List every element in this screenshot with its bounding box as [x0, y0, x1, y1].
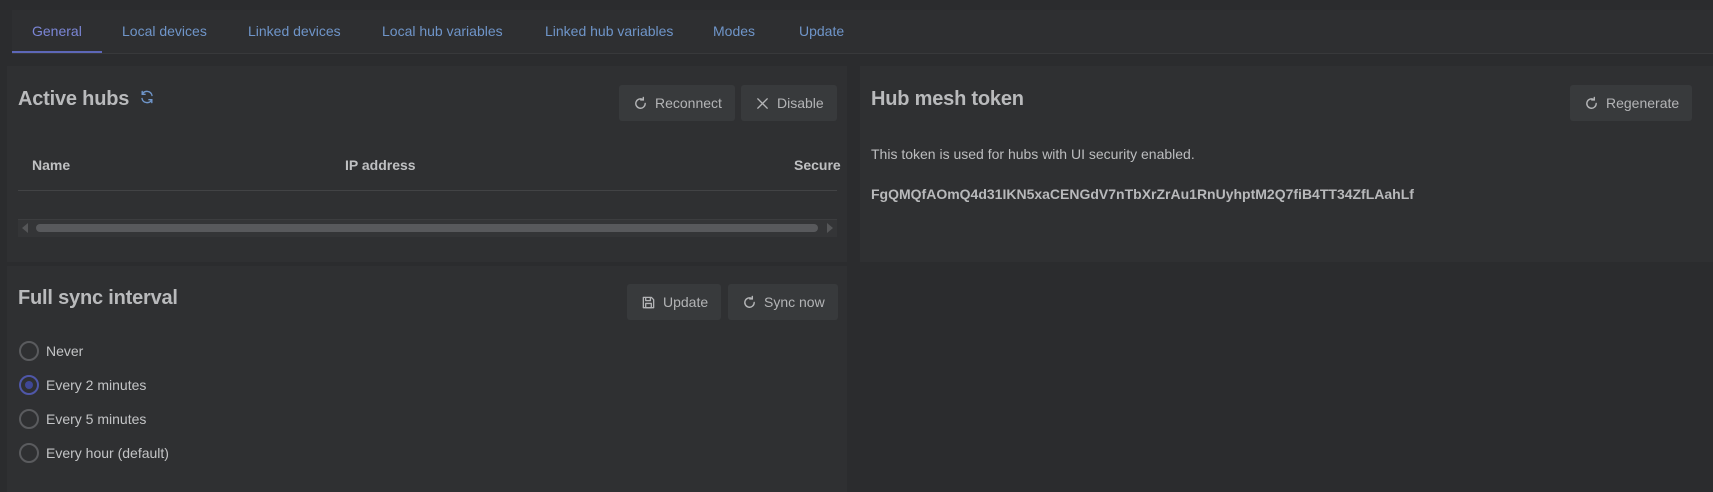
option-every-hour[interactable]: Every hour (default): [19, 442, 169, 464]
tab-bar: General Local devices Linked devices Loc…: [12, 10, 1713, 54]
tab-linked-devices[interactable]: Linked devices: [228, 10, 361, 53]
sync-icon: [744, 295, 755, 308]
tab-local-hub-variables[interactable]: Local hub variables: [362, 10, 523, 53]
tab-local-devices[interactable]: Local devices: [102, 10, 227, 53]
option-every-2-minutes[interactable]: Every 2 minutes: [19, 374, 146, 396]
update-label: Update: [663, 294, 709, 310]
active-hubs-title: Active hubs: [18, 88, 130, 110]
disable-label: Disable: [777, 95, 824, 111]
option-never[interactable]: Never: [19, 340, 83, 362]
option-label: Every 2 minutes: [46, 377, 147, 393]
reconnect-button[interactable]: Reconnect: [619, 85, 735, 121]
regenerate-label: Regenerate: [1606, 95, 1680, 111]
radio-every-hour[interactable]: [19, 443, 39, 463]
save-icon: [642, 296, 655, 308]
option-label: Every 5 minutes: [46, 411, 147, 427]
sync-now-label: Sync now: [764, 294, 825, 310]
regenerate-button[interactable]: Regenerate: [1570, 85, 1693, 121]
update-button[interactable]: Update: [627, 284, 722, 320]
scroll-right-icon[interactable]: [827, 223, 833, 233]
horizontal-scrollbar[interactable]: [18, 219, 837, 237]
table-header-divider: [18, 190, 837, 191]
tab-update[interactable]: Update: [779, 10, 864, 53]
token-description: This token is used for hubs with UI secu…: [871, 146, 1195, 162]
tab-linked-hub-variables[interactable]: Linked hub variables: [525, 10, 693, 53]
option-label: Every hour (default): [46, 445, 169, 461]
option-label: Never: [46, 343, 84, 359]
column-secure: Secure: [794, 157, 841, 173]
option-every-5-minutes[interactable]: Every 5 minutes: [19, 408, 146, 430]
scrollbar-thumb[interactable]: [36, 224, 818, 232]
tab-modes[interactable]: Modes: [693, 10, 775, 53]
sync-title: Full sync interval: [18, 287, 178, 309]
close-icon: [757, 97, 768, 109]
radio-every-2-minutes[interactable]: [19, 375, 39, 395]
hub-mesh-token: FgQMQfAOmQ4d31IKN5xaCENGdV7nTbXrZrAu1RnU…: [871, 186, 1414, 202]
scroll-left-icon[interactable]: [22, 223, 28, 233]
radio-every-5-minutes[interactable]: [19, 409, 39, 429]
column-name: Name: [32, 157, 71, 173]
tab-general[interactable]: General: [12, 10, 102, 53]
regenerate-icon: [1586, 96, 1597, 109]
disable-button[interactable]: Disable: [741, 85, 837, 121]
radio-never[interactable]: [19, 341, 39, 361]
sync-now-button[interactable]: Sync now: [728, 284, 838, 320]
reconnect-label: Reconnect: [655, 95, 722, 111]
hub-mesh-title: Hub mesh token: [871, 88, 1024, 110]
column-ip-address: IP address: [345, 157, 416, 173]
refresh-icon[interactable]: [139, 89, 155, 105]
reconnect-icon: [635, 96, 646, 109]
